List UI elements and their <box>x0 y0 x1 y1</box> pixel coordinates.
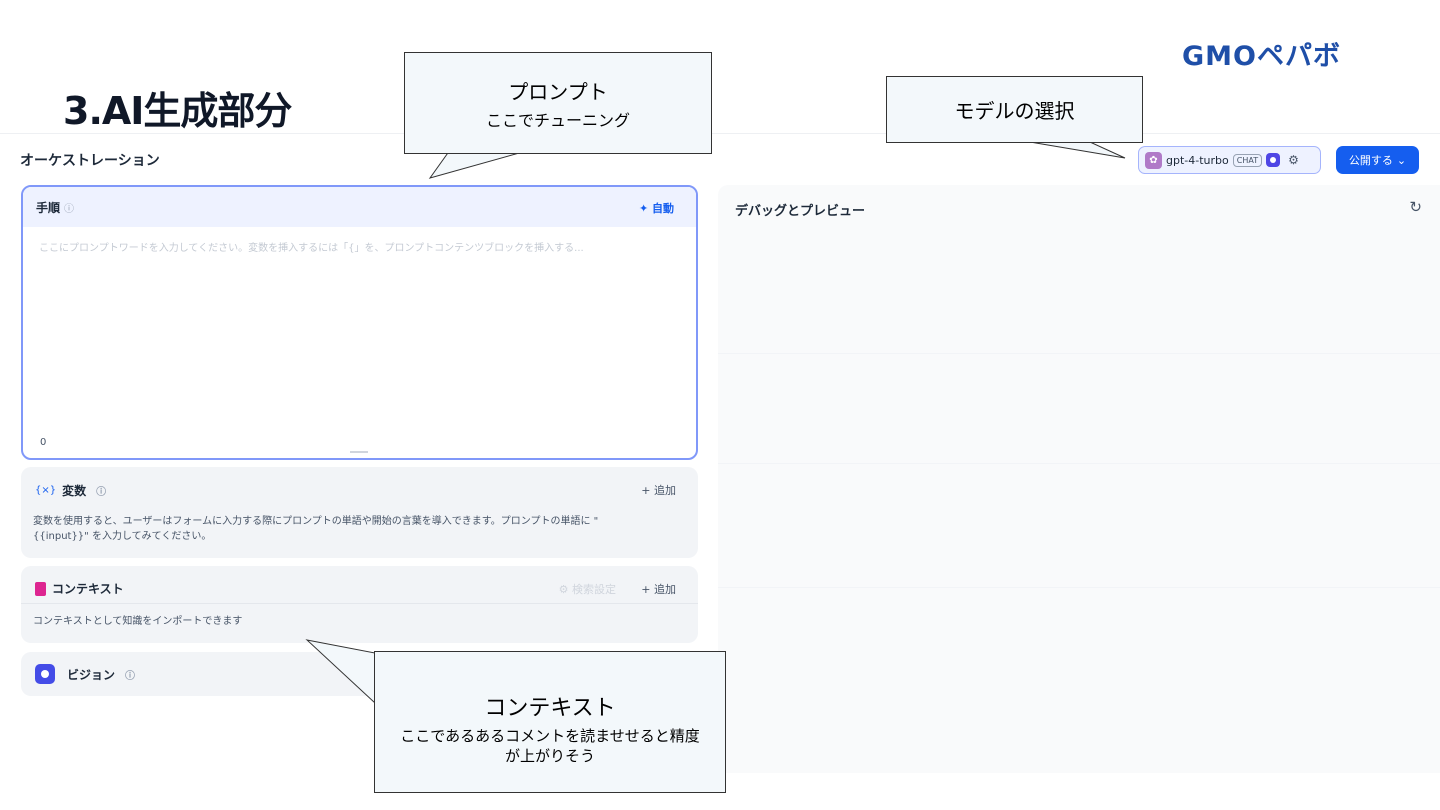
plus-icon: + <box>641 583 651 596</box>
document-icon <box>35 581 46 596</box>
publish-button[interactable]: 公開する ⌄ <box>1336 146 1419 174</box>
callout-title: プロンプト <box>508 79 608 104</box>
plus-icon: + <box>641 484 651 497</box>
instruction-label: 手順 <box>36 200 61 215</box>
instruction-panel[interactable]: 手順 ⓘ ✦ 自動 ここにプロンプトワードを入力してください。変数を挿入するには… <box>21 185 698 460</box>
auto-generate-button[interactable]: ✦ 自動 <box>639 200 674 216</box>
add-variable-button[interactable]: + 追加 <box>641 482 676 498</box>
settings-icon: ⚙ <box>558 583 569 596</box>
callout-line: が上がりそう <box>504 747 595 765</box>
add-label: 追加 <box>654 583 676 596</box>
context-label: コンテキスト <box>52 582 124 596</box>
publish-label: 公開する <box>1348 154 1393 167</box>
debug-title: デバッグとプレビュー <box>735 204 866 219</box>
help-icon[interactable]: ⓘ <box>64 200 74 215</box>
model-mode-tag: CHAT <box>1232 153 1263 167</box>
context-description: コンテキストとして知識をインポートできます <box>33 616 243 627</box>
chevron-down-icon: ⌄ <box>1396 153 1407 167</box>
openai-icon: ✿ <box>1145 151 1162 169</box>
variable-icon: {×} <box>35 485 57 496</box>
prompt-callout: プロンプト ここでチューニング <box>404 52 712 154</box>
instruction-header: 手順 ⓘ <box>23 187 696 227</box>
orchestration-title: オーケストレーション <box>20 153 160 169</box>
callout-body: ここであるあるコメントを読ませせると精度 が上がりそう <box>400 726 699 766</box>
callout-subtitle: ここでチューニング <box>485 110 630 130</box>
description-line: 変数を使用すると、ユーザーはフォームに入力する際にプロンプトの単語や開始の言葉を… <box>33 516 599 527</box>
divider <box>718 463 1440 464</box>
debug-preview-panel: デバッグとプレビュー ↻ <box>718 185 1440 773</box>
model-selector[interactable]: ✿ gpt-4-turbo CHAT ⚙ <box>1138 146 1321 174</box>
vision-eye-icon <box>1266 153 1281 167</box>
variables-label: 変数 <box>62 484 87 498</box>
callout-line: ここであるあるコメントを読ませせると精度 <box>400 727 700 745</box>
variables-card: {×} 変数 ⓘ + 追加 変数を使用すると、ユーザーはフォームに入力する際にプ… <box>21 467 698 558</box>
model-settings-icon[interactable]: ⚙ <box>1288 153 1299 167</box>
divider <box>21 603 698 604</box>
eye-icon <box>35 664 55 684</box>
callout-title: モデルの選択 <box>954 99 1075 123</box>
help-icon[interactable]: ⓘ <box>96 483 106 498</box>
char-count: 0 <box>40 437 47 448</box>
callout-title: コンテキスト <box>484 696 616 721</box>
context-callout: コンテキスト ここであるあるコメントを読ませせると精度 が上がりそう <box>374 651 726 793</box>
callout-tail <box>428 149 531 179</box>
sparkle-icon: ✦ <box>638 202 649 215</box>
help-icon[interactable]: ⓘ <box>125 667 135 682</box>
vision-header: ビジョン ⓘ <box>35 664 135 684</box>
refresh-icon[interactable]: ↻ <box>1409 198 1422 216</box>
resize-handle[interactable] <box>350 451 368 453</box>
prompt-input[interactable]: ここにプロンプトワードを入力してください。変数を挿入するには「{」を、プロンプト… <box>39 239 679 254</box>
add-context-button[interactable]: + 追加 <box>641 581 676 597</box>
add-label: 追加 <box>654 484 676 497</box>
slide-title: 3.AI生成部分 <box>63 89 292 133</box>
variables-description: 変数を使用すると、ユーザーはフォームに入力する際にプロンプトの単語や開始の言葉を… <box>33 514 598 544</box>
model-callout: モデルの選択 <box>886 76 1143 143</box>
search-settings-button[interactable]: ⚙ 検索設定 <box>559 581 616 597</box>
divider <box>718 353 1440 354</box>
context-card: コンテキスト ⚙ 検索設定 + 追加 コンテキストとして知識をインポートできます <box>21 566 698 643</box>
vision-label: ビジョン <box>67 667 116 682</box>
search-settings-label: 検索設定 <box>572 583 616 596</box>
context-header: コンテキスト <box>35 580 124 597</box>
variables-header: {×} 変数 ⓘ <box>35 482 106 499</box>
auto-label: 自動 <box>652 202 674 215</box>
divider <box>718 587 1440 588</box>
model-name: gpt-4-turbo <box>1166 153 1229 167</box>
callout-tail <box>305 639 376 705</box>
description-line: {{input}}" を入力してみてください。 <box>33 531 212 542</box>
gmo-pepabo-logo: GMOペパボ <box>1182 41 1341 72</box>
